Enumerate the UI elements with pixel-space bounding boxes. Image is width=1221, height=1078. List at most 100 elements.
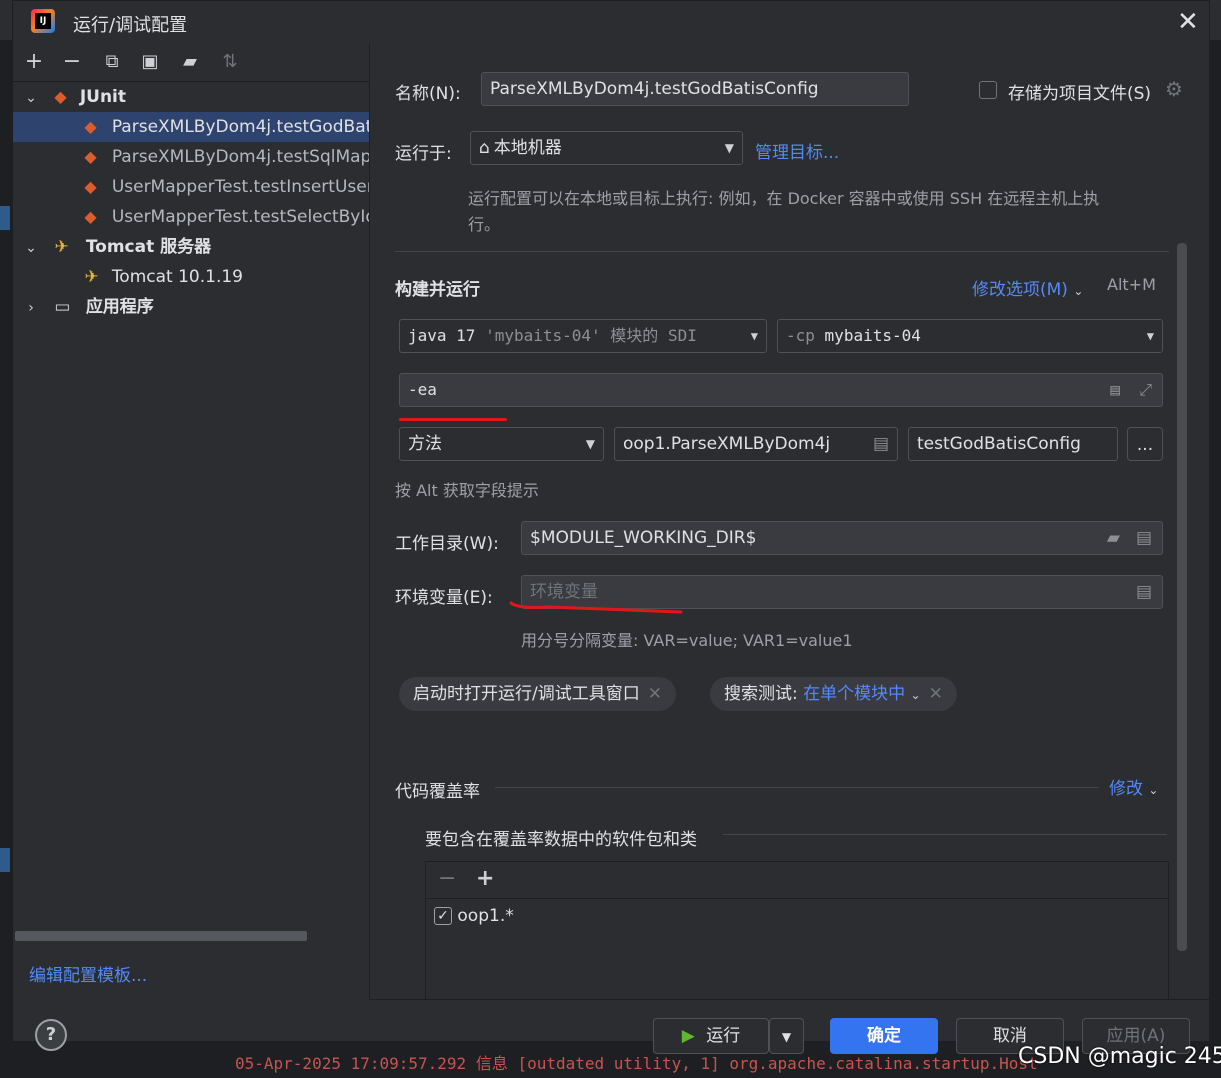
workdir-input[interactable]: $MODULE_WORKING_DIR$ ▰ ▤ xyxy=(521,521,1163,555)
alt-hint: 按 Alt 获取字段提示 xyxy=(395,481,539,500)
run-on-hint-cont: 行。 xyxy=(468,215,501,234)
help-button[interactable]: ? xyxy=(35,1019,67,1051)
chevron-right-icon: › xyxy=(28,300,34,316)
class-input[interactable]: oop1.ParseXMLByDom4j ▤ xyxy=(614,427,898,461)
run-button[interactable]: ▶ 运行 xyxy=(653,1018,769,1054)
junit-test-icon: ◆ xyxy=(84,117,97,136)
store-as-project-file-checkbox[interactable] xyxy=(979,81,997,99)
expand-icon[interactable]: ⤢ xyxy=(1139,374,1152,406)
name-input[interactable]: ParseXMLByDom4j.testGodBatisConfig xyxy=(481,72,909,106)
separator xyxy=(723,834,1167,835)
coverage-modify-link[interactable]: 修改 ⌄ xyxy=(1109,774,1158,799)
tree-group-application[interactable]: › ▭ 应用程序 xyxy=(13,292,369,322)
add-icon[interactable]: + xyxy=(476,866,494,891)
tomcat-icon: ✈ xyxy=(54,237,69,257)
junit-test-icon: ◆ xyxy=(84,147,97,166)
chevron-down-icon: ⌄ xyxy=(1073,284,1084,298)
annotation-underline xyxy=(399,418,507,421)
name-label: 名称(N): xyxy=(395,84,461,104)
list-item-label: oop1.* xyxy=(457,906,514,926)
application-icon: ▭ xyxy=(54,297,71,317)
tree-label: UserMapperTest.testInsertUser xyxy=(111,177,369,197)
close-icon[interactable]: ✕ xyxy=(1177,7,1199,37)
document-icon[interactable]: ▤ xyxy=(873,428,889,460)
run-on-value: 本地机器 xyxy=(493,138,562,158)
check-icon[interactable]: ✓ xyxy=(434,907,452,925)
tomcat-icon: ✈ xyxy=(84,267,99,287)
run-options-dropdown[interactable]: ▼ xyxy=(769,1018,804,1054)
chevron-down-icon: ⌄ xyxy=(910,688,921,702)
chevron-down-icon: ⌄ xyxy=(25,90,37,106)
chevron-down-icon: ▼ xyxy=(746,320,758,352)
intellij-logo-icon: IJ xyxy=(31,9,55,33)
workdir-value: $MODULE_WORKING_DIR$ xyxy=(530,528,757,548)
add-icon[interactable]: + xyxy=(21,49,47,75)
chevron-down-icon: ⌄ xyxy=(1148,783,1159,797)
close-icon[interactable]: ✕ xyxy=(929,684,943,704)
document-icon[interactable]: ▤ xyxy=(1136,576,1152,608)
open-tool-window-chip[interactable]: 启动时打开运行/调试工具窗口 ✕ xyxy=(399,677,676,711)
code-coverage-heading: 代码覆盖率 xyxy=(395,782,480,802)
watermark: CSDN @magic 245 xyxy=(1018,1044,1221,1069)
annotation-underline xyxy=(509,601,683,614)
close-icon[interactable]: ✕ xyxy=(648,684,662,704)
jdk-module: 'mybaits-04' 模块的 SDI xyxy=(485,326,697,345)
folder-icon[interactable]: ▰ xyxy=(1107,522,1120,554)
editor-marker xyxy=(0,206,10,230)
method-input[interactable]: testGodBatisConfig xyxy=(908,427,1118,461)
env-hint: 用分号分隔变量: VAR=value; VAR1=value1 xyxy=(521,631,853,650)
test-kind-value: 方法 xyxy=(408,434,442,454)
new-folder-icon[interactable]: ▰ xyxy=(177,49,203,75)
tree-item-config[interactable]: ◆ ParseXMLByDom4j.testSqlMap xyxy=(13,142,369,172)
tree-label: ParseXMLByDom4j.testSqlMap xyxy=(111,147,369,167)
junit-test-icon: ◆ xyxy=(84,207,97,226)
separator xyxy=(495,787,1099,788)
remove-icon[interactable]: − xyxy=(59,49,85,75)
edit-config-templates-link[interactable]: 编辑配置模板... xyxy=(29,961,147,986)
copy-icon[interactable]: ⧉ xyxy=(99,49,125,75)
search-tests-chip[interactable]: 搜索测试: 在单个模块中 ⌄ ✕ xyxy=(710,677,957,711)
tree-label: Tomcat 10.1.19 xyxy=(111,267,243,287)
store-as-project-file-label: 存储为项目文件(S) xyxy=(1008,84,1152,104)
tree-label: ParseXMLByDom4j.testGodBat xyxy=(111,117,369,137)
vm-options-input[interactable]: -ea ▤ ⤢ xyxy=(399,373,1163,407)
tree-label: Tomcat 服务器 xyxy=(85,237,212,257)
run-on-hint: 运行配置可以在本地或目标上执行: 例如，在 Docker 容器中或使用 SSH … xyxy=(468,189,1100,208)
horizontal-scrollbar[interactable] xyxy=(15,931,307,941)
vertical-scrollbar[interactable] xyxy=(1177,243,1187,951)
run-debug-config-dialog: IJ 运行/调试配置 ✕ + − ⧉ ▣ ▰ ⇅ ⌄ ◆ JUnit ◆ Par… xyxy=(12,0,1210,1054)
tree-item-config[interactable]: ◆ ParseXMLByDom4j.testGodBat xyxy=(13,112,369,142)
ok-button[interactable]: 确定 xyxy=(830,1018,938,1054)
modify-options-link[interactable]: 修改选项(M) ⌄ xyxy=(972,275,1083,300)
manage-targets-link[interactable]: 管理目标... xyxy=(755,138,839,163)
tree-group-tomcat[interactable]: ⌄ ✈ Tomcat 服务器 xyxy=(13,232,369,262)
search-scope-link[interactable]: 在单个模块中 xyxy=(803,684,905,704)
test-kind-dropdown[interactable]: 方法 ▼ xyxy=(399,427,604,461)
chip-label: 启动时打开运行/调试工具窗口 xyxy=(413,684,640,704)
remove-icon[interactable]: − xyxy=(438,866,456,891)
tree-item-config[interactable]: ◆ UserMapperTest.testSelectById xyxy=(13,202,369,232)
chevron-down-icon: ▼ xyxy=(1146,329,1154,343)
tree-item-config[interactable]: ◆ UserMapperTest.testInsertUser xyxy=(13,172,369,202)
tree-label: 应用程序 xyxy=(85,297,154,317)
chip-label: 搜索测试: xyxy=(724,684,804,704)
jdk-dropdown[interactable]: java 17 'mybaits-04' 模块的 SDI ▼ xyxy=(399,319,767,353)
classpath-dropdown[interactable]: -cp mybaits-04 ▼ xyxy=(777,319,1163,353)
class-value: oop1.ParseXMLByDom4j xyxy=(623,434,831,454)
sort-icon[interactable]: ⇅ xyxy=(217,49,243,75)
chevron-down-icon: ⌄ xyxy=(25,240,37,256)
junit-test-icon: ◆ xyxy=(84,177,97,196)
tree-item-config[interactable]: ✈ Tomcat 10.1.19 xyxy=(13,262,369,292)
document-icon[interactable]: ▤ xyxy=(1136,522,1152,554)
document-icon[interactable]: ▤ xyxy=(1110,374,1120,406)
save-icon[interactable]: ▣ xyxy=(137,49,163,75)
run-on-dropdown[interactable]: ⌂ 本地机器 ▼ xyxy=(470,131,743,165)
env-label: 环境变量(E): xyxy=(395,588,493,608)
list-item[interactable]: ✓ oop1.* xyxy=(434,906,514,926)
browse-button[interactable]: ... xyxy=(1127,427,1163,461)
tree-toolbar: + − ⧉ ▣ ▰ ⇅ xyxy=(13,43,369,82)
editor-marker xyxy=(0,848,10,872)
separator xyxy=(369,999,1209,1000)
tree-group-junit[interactable]: ⌄ ◆ JUnit xyxy=(13,82,369,112)
gear-icon[interactable]: ⚙ xyxy=(1165,77,1183,101)
